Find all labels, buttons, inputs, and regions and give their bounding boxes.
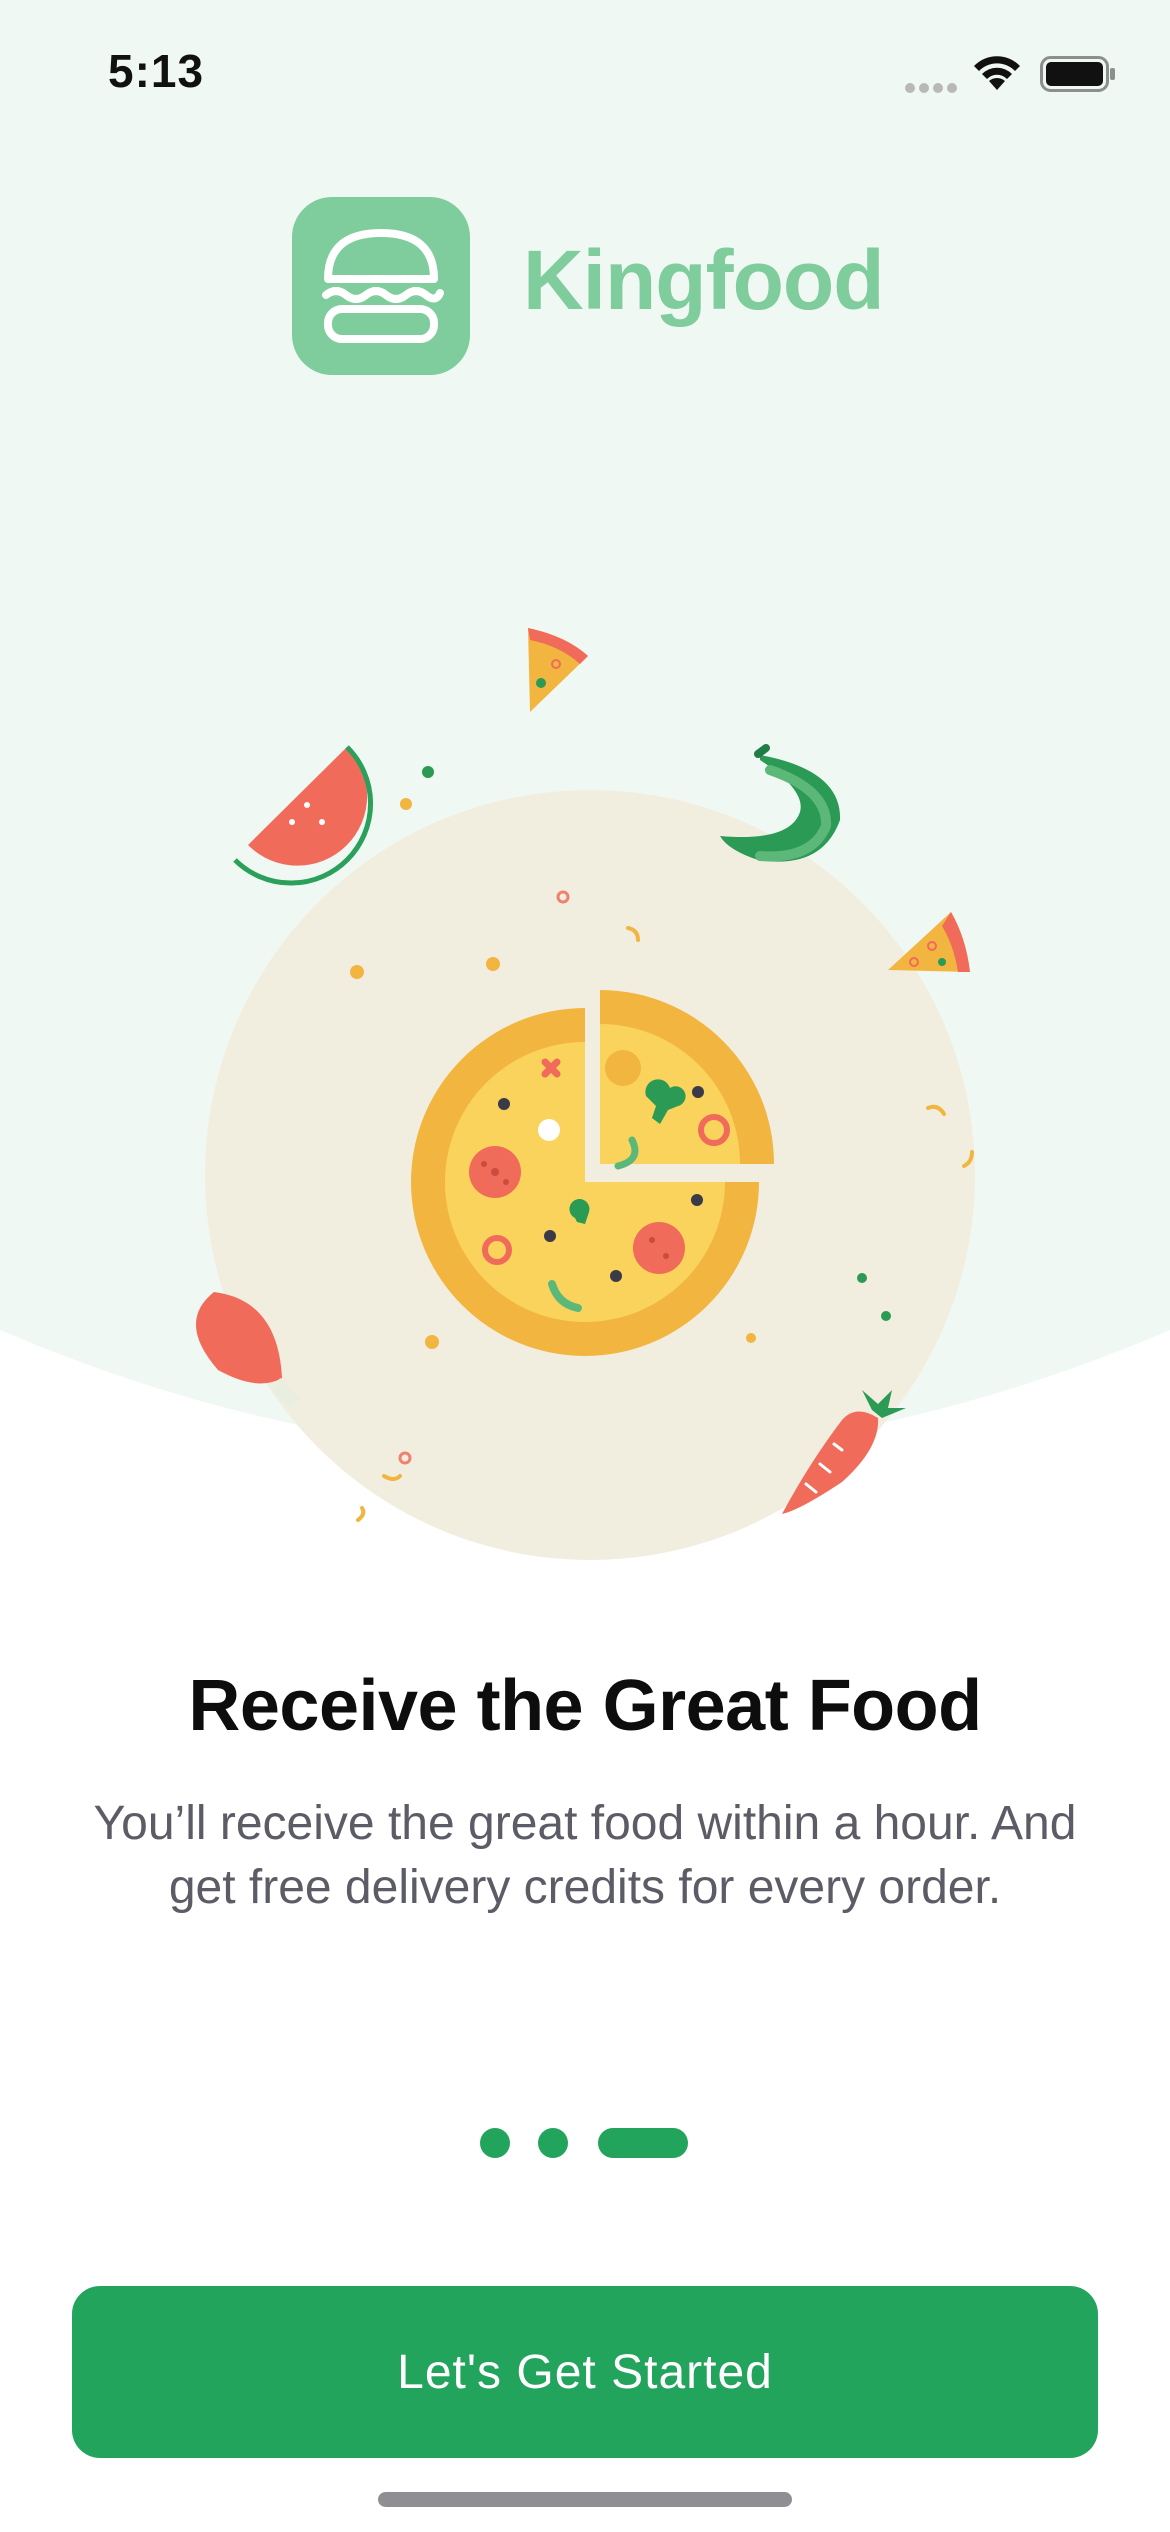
watermelon-icon — [233, 745, 373, 886]
banana-icon — [720, 744, 841, 862]
burger-icon — [322, 229, 444, 343]
onboarding-title: Receive the Great Food — [188, 1666, 982, 1746]
cellular-signal-icon — [905, 80, 961, 98]
page-dot[interactable] — [538, 2128, 568, 2158]
wifi-icon — [974, 56, 1020, 90]
page-dot[interactable] — [480, 2128, 510, 2158]
battery-icon — [1040, 56, 1115, 92]
home-indicator[interactable] — [378, 2492, 792, 2507]
pizza-slice-icon — [528, 628, 588, 712]
page-dot-active[interactable] — [598, 2128, 688, 2158]
onboarding-subtitle: You’ll receive the great food within a h… — [93, 1797, 1077, 1914]
app-logo — [292, 197, 470, 375]
onboarding-screen: 5:13 Kingfood Receive the Great Food You… — [0, 0, 1170, 2532]
pizza-slice-icon — [888, 912, 970, 972]
get-started-button[interactable]: Let's Get Started — [72, 2286, 1098, 2458]
status-bar: 5:13 — [0, 0, 1170, 150]
food-illustration — [195, 628, 975, 1560]
status-time: 5:13 — [108, 45, 205, 97]
brand-name: Kingfood — [523, 233, 885, 327]
